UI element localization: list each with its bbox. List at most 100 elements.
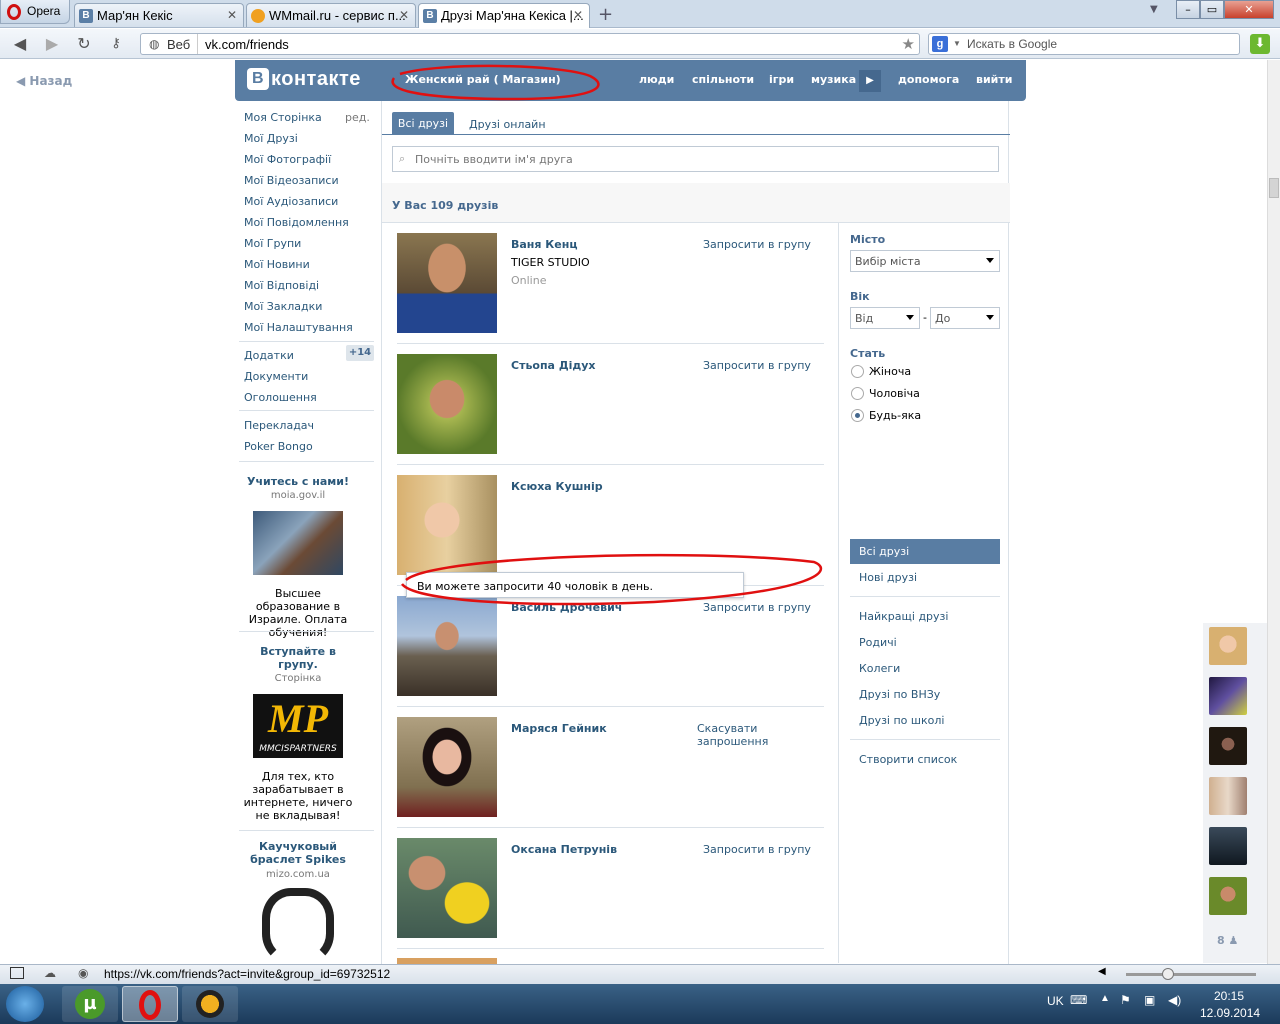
menu-communities[interactable]: спільноти bbox=[692, 73, 754, 86]
keyboard-icon[interactable]: ⌨ bbox=[1070, 993, 1087, 1007]
list-colleagues[interactable]: Колеги bbox=[859, 662, 900, 675]
list-university-friends[interactable]: Друзі по ВНЗу bbox=[859, 688, 940, 701]
city-select[interactable]: Вибір міста bbox=[850, 250, 1000, 272]
speed-dial-icon[interactable]: ◉ bbox=[78, 966, 88, 980]
ad-title[interactable]: Учитесь с нами! bbox=[239, 475, 357, 488]
page-scrollbar[interactable] bbox=[1267, 60, 1280, 964]
clock-date[interactable]: 12.09.2014 bbox=[1200, 1006, 1260, 1020]
sidebar-item-apps[interactable]: Додатки bbox=[244, 349, 294, 362]
menu-logout[interactable]: вийти bbox=[976, 73, 1012, 86]
create-list-link[interactable]: Створити список bbox=[859, 753, 957, 766]
zoom-slider[interactable] bbox=[1126, 968, 1256, 980]
friend-photo[interactable] bbox=[397, 354, 497, 454]
close-tab-icon[interactable]: ✕ bbox=[573, 8, 583, 22]
menu-people[interactable]: люди bbox=[639, 73, 674, 86]
bookmark-star-icon[interactable]: ★ bbox=[902, 35, 915, 53]
maximize-button[interactable]: ▭ bbox=[1200, 0, 1224, 19]
tab-all-friends[interactable]: Всі друзі bbox=[392, 112, 454, 135]
friend-name[interactable]: Стьопа Дідух bbox=[511, 359, 596, 372]
cancel-invite-link[interactable]: Скасувати запрошення bbox=[697, 722, 824, 748]
taskbar-opera[interactable] bbox=[122, 986, 178, 1022]
zoom-out-icon[interactable]: ◀ bbox=[1098, 966, 1106, 977]
tray-expand-icon[interactable]: ▲ bbox=[1100, 993, 1110, 1004]
tab-friends-online[interactable]: Друзі онлайн bbox=[469, 118, 546, 131]
zoom-slider-thumb[interactable] bbox=[1162, 968, 1174, 980]
panel-toggle-icon[interactable] bbox=[10, 967, 24, 979]
close-tab-icon[interactable]: ✕ bbox=[227, 8, 237, 22]
search-field[interactable]: g ▼ Искать в Google bbox=[928, 33, 1240, 55]
friend-photo[interactable] bbox=[397, 717, 497, 817]
dock-avatar[interactable] bbox=[1209, 677, 1247, 715]
friend-photo[interactable] bbox=[397, 838, 497, 938]
start-button[interactable] bbox=[6, 986, 44, 1022]
ad-image[interactable] bbox=[253, 511, 343, 575]
clock-time[interactable]: 20:15 bbox=[1214, 989, 1244, 1003]
sidebar-item-videos[interactable]: Мої Відеозаписи bbox=[244, 174, 339, 187]
back-arrow-icon[interactable]: ◀ bbox=[10, 34, 30, 54]
friend-name[interactable]: Маряся Гейник bbox=[511, 722, 607, 735]
list-new-friends[interactable]: Нові друзі bbox=[859, 571, 917, 584]
dock-avatar[interactable] bbox=[1209, 627, 1247, 665]
tab-list-chevron-icon[interactable]: ▼ bbox=[1150, 4, 1158, 15]
friend-search-input[interactable]: ⌕ Почніть вводити ім'я друга bbox=[392, 146, 999, 172]
invite-to-group-link[interactable]: Запросити в групу bbox=[703, 359, 811, 372]
vk-logo[interactable]: Вконтакте bbox=[247, 68, 361, 91]
volume-icon[interactable]: ◀) bbox=[1168, 993, 1181, 1007]
language-indicator[interactable]: UK bbox=[1047, 994, 1064, 1008]
back-link[interactable]: ◀ Назад bbox=[16, 74, 72, 88]
dock-avatar[interactable] bbox=[1209, 827, 1247, 865]
cloud-icon[interactable]: ☁ bbox=[44, 966, 56, 980]
minimize-button[interactable]: – bbox=[1176, 0, 1200, 19]
invite-to-group-link[interactable]: Запросити в групу bbox=[703, 238, 811, 251]
list-relatives[interactable]: Родичі bbox=[859, 636, 897, 649]
browser-tab-2[interactable]: WMmail.ru - сервис п... ✕ bbox=[246, 3, 416, 27]
radio-any-label[interactable]: Будь-яка bbox=[869, 409, 921, 422]
reload-icon[interactable]: ↻ bbox=[74, 34, 94, 54]
sidebar-item-ads[interactable]: Оголошення bbox=[244, 391, 317, 404]
play-icon[interactable]: ▶ bbox=[859, 70, 881, 92]
chevron-down-icon[interactable]: ▼ bbox=[953, 39, 961, 48]
sidebar-item-news[interactable]: Мої Новини bbox=[244, 258, 310, 271]
menu-music[interactable]: музика bbox=[811, 73, 856, 86]
key-icon[interactable]: ⚷ bbox=[106, 34, 126, 54]
list-school-friends[interactable]: Друзі по школі bbox=[859, 714, 944, 727]
browser-tab-1[interactable]: B Мар'ян Кекіс ✕ bbox=[74, 3, 244, 27]
friend-name[interactable]: Оксана Петрунів bbox=[511, 843, 617, 856]
radio-female-label[interactable]: Жіноча bbox=[869, 365, 911, 378]
opera-menu-button[interactable]: Opera bbox=[0, 0, 70, 24]
age-from-select[interactable]: Від bbox=[850, 307, 920, 329]
friend-photo[interactable] bbox=[397, 233, 497, 333]
list-best-friends[interactable]: Найкращі друзі bbox=[859, 610, 948, 623]
sidebar-item-poker-bongo[interactable]: Poker Bongo bbox=[244, 440, 313, 453]
flag-icon[interactable]: ⚑ bbox=[1120, 993, 1131, 1007]
radio-male-label[interactable]: Чоловіча bbox=[869, 387, 920, 400]
forward-arrow-icon[interactable]: ▶ bbox=[42, 34, 62, 54]
edit-link[interactable]: ред. bbox=[345, 111, 370, 124]
sidebar-item-audio[interactable]: Мої Аудіозаписи bbox=[244, 195, 338, 208]
friend-name[interactable]: Ваня Кенц bbox=[511, 238, 578, 251]
ad-text[interactable]: Для тех, кто зарабатывает в интернете, н… bbox=[239, 770, 357, 822]
radio-male[interactable] bbox=[851, 387, 864, 400]
ad-title[interactable]: Вступайте в групу. bbox=[239, 645, 357, 671]
radio-any[interactable] bbox=[851, 409, 864, 422]
sidebar-item-friends[interactable]: Мої Друзі bbox=[244, 132, 298, 145]
taskbar-utorrent[interactable]: µ bbox=[62, 986, 118, 1022]
dock-avatar[interactable] bbox=[1209, 727, 1247, 765]
taskbar-app[interactable] bbox=[182, 986, 238, 1022]
menu-games[interactable]: ігри bbox=[769, 73, 794, 86]
invite-to-group-link[interactable]: Запросити в групу bbox=[703, 843, 811, 856]
friend-photo[interactable] bbox=[397, 596, 497, 696]
sidebar-item-bookmarks[interactable]: Мої Закладки bbox=[244, 300, 322, 313]
online-count[interactable]: 8 ♟ bbox=[1217, 934, 1238, 947]
close-tab-icon[interactable]: ✕ bbox=[399, 8, 409, 22]
new-tab-button[interactable]: + bbox=[598, 4, 613, 25]
sidebar-item-settings[interactable]: Мої Налаштування bbox=[244, 321, 353, 334]
scrollbar-thumb[interactable] bbox=[1269, 178, 1279, 198]
ad-image-bracelet[interactable] bbox=[262, 888, 334, 964]
sidebar-item-translator[interactable]: Перекладач bbox=[244, 419, 314, 432]
radio-female[interactable] bbox=[851, 365, 864, 378]
network-icon[interactable]: ▣ bbox=[1144, 993, 1155, 1007]
dock-avatar[interactable] bbox=[1209, 777, 1247, 815]
menu-help[interactable]: допомога bbox=[898, 73, 959, 86]
sidebar-item-messages[interactable]: Мої Повідомлення bbox=[244, 216, 349, 229]
